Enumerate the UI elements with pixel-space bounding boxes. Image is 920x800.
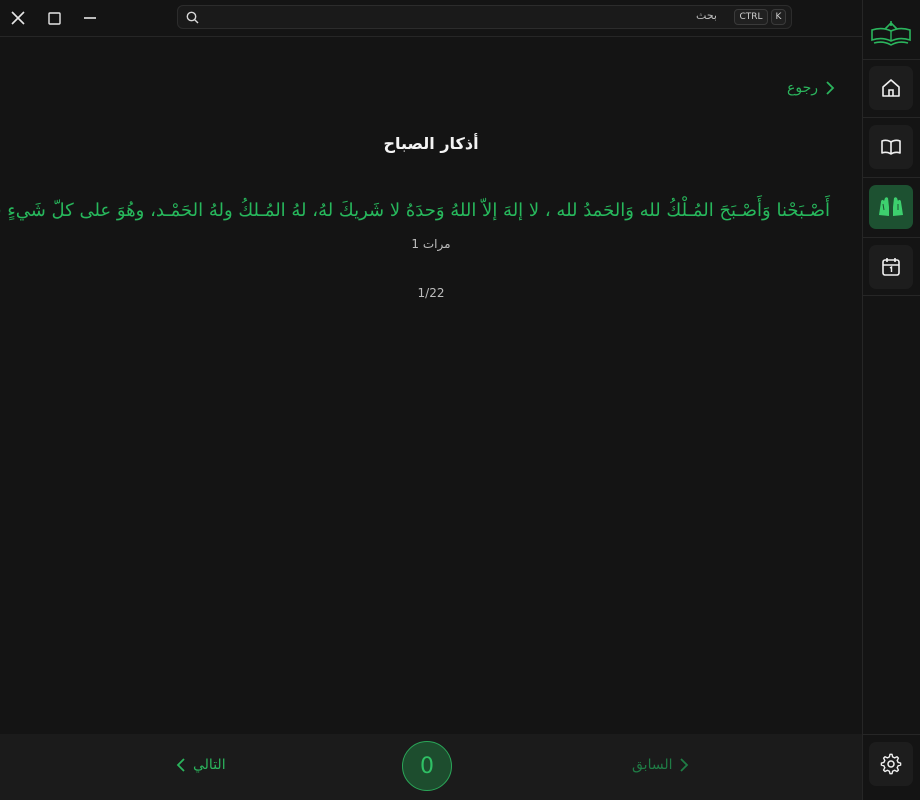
close-window-button[interactable] [0,0,36,36]
dhikr-text: أَصْـبَحْنا وَأَصْـبَحَ المُـلْكُ لله وَ… [0,200,830,221]
shortcut-k-key: K [771,9,786,25]
back-button[interactable]: رجوع [787,80,836,96]
sidebar-divider [863,734,920,735]
chevron-left-icon [176,758,185,772]
sidebar-divider [863,295,920,296]
sidebar-item-home[interactable] [869,66,913,110]
open-book-icon [881,139,901,155]
settings-button[interactable] [869,742,913,786]
shortcut-ctrl-key: CTRL [734,9,768,25]
title-bar: بحث CTRL K [0,0,862,37]
minimize-icon [84,17,96,19]
search-placeholder: بحث [696,9,717,22]
home-icon [882,79,900,97]
repeat-count: 1 مرات [411,237,451,251]
page-title: أذكار الصباح [383,134,479,153]
close-icon [11,11,25,25]
back-label: رجوع [787,80,819,96]
sidebar-divider [863,177,920,178]
footer-bar: التالي 0 السابق [0,734,862,800]
sidebar-divider [863,237,920,238]
sidebar-divider [863,59,920,60]
app-logo-icon [871,21,911,46]
counter-value: 0 [420,753,434,779]
previous-label: السابق [632,757,673,773]
sidebar-divider [863,117,920,118]
next-label: التالي [193,757,226,773]
chevron-right-icon [680,758,689,772]
chevron-right-icon [826,81,835,95]
dhikr-progress: 1/22 [417,286,445,300]
minimize-window-button[interactable] [72,0,108,36]
next-button[interactable]: التالي [175,757,226,773]
maximize-icon [47,11,61,25]
search-icon [186,11,199,24]
sidebar-item-quran[interactable] [869,125,913,169]
search-bar[interactable]: بحث CTRL K [177,5,792,29]
sidebar [862,0,920,800]
previous-button[interactable]: السابق [632,757,690,773]
gear-icon [880,753,902,775]
maximize-window-button[interactable] [36,0,72,36]
sidebar-item-adhkar[interactable] [869,185,913,229]
sidebar-item-calendar[interactable] [869,245,913,289]
calendar-icon [882,258,900,276]
tasbih-counter-button[interactable]: 0 [402,741,452,791]
praying-hands-icon [879,197,903,216]
